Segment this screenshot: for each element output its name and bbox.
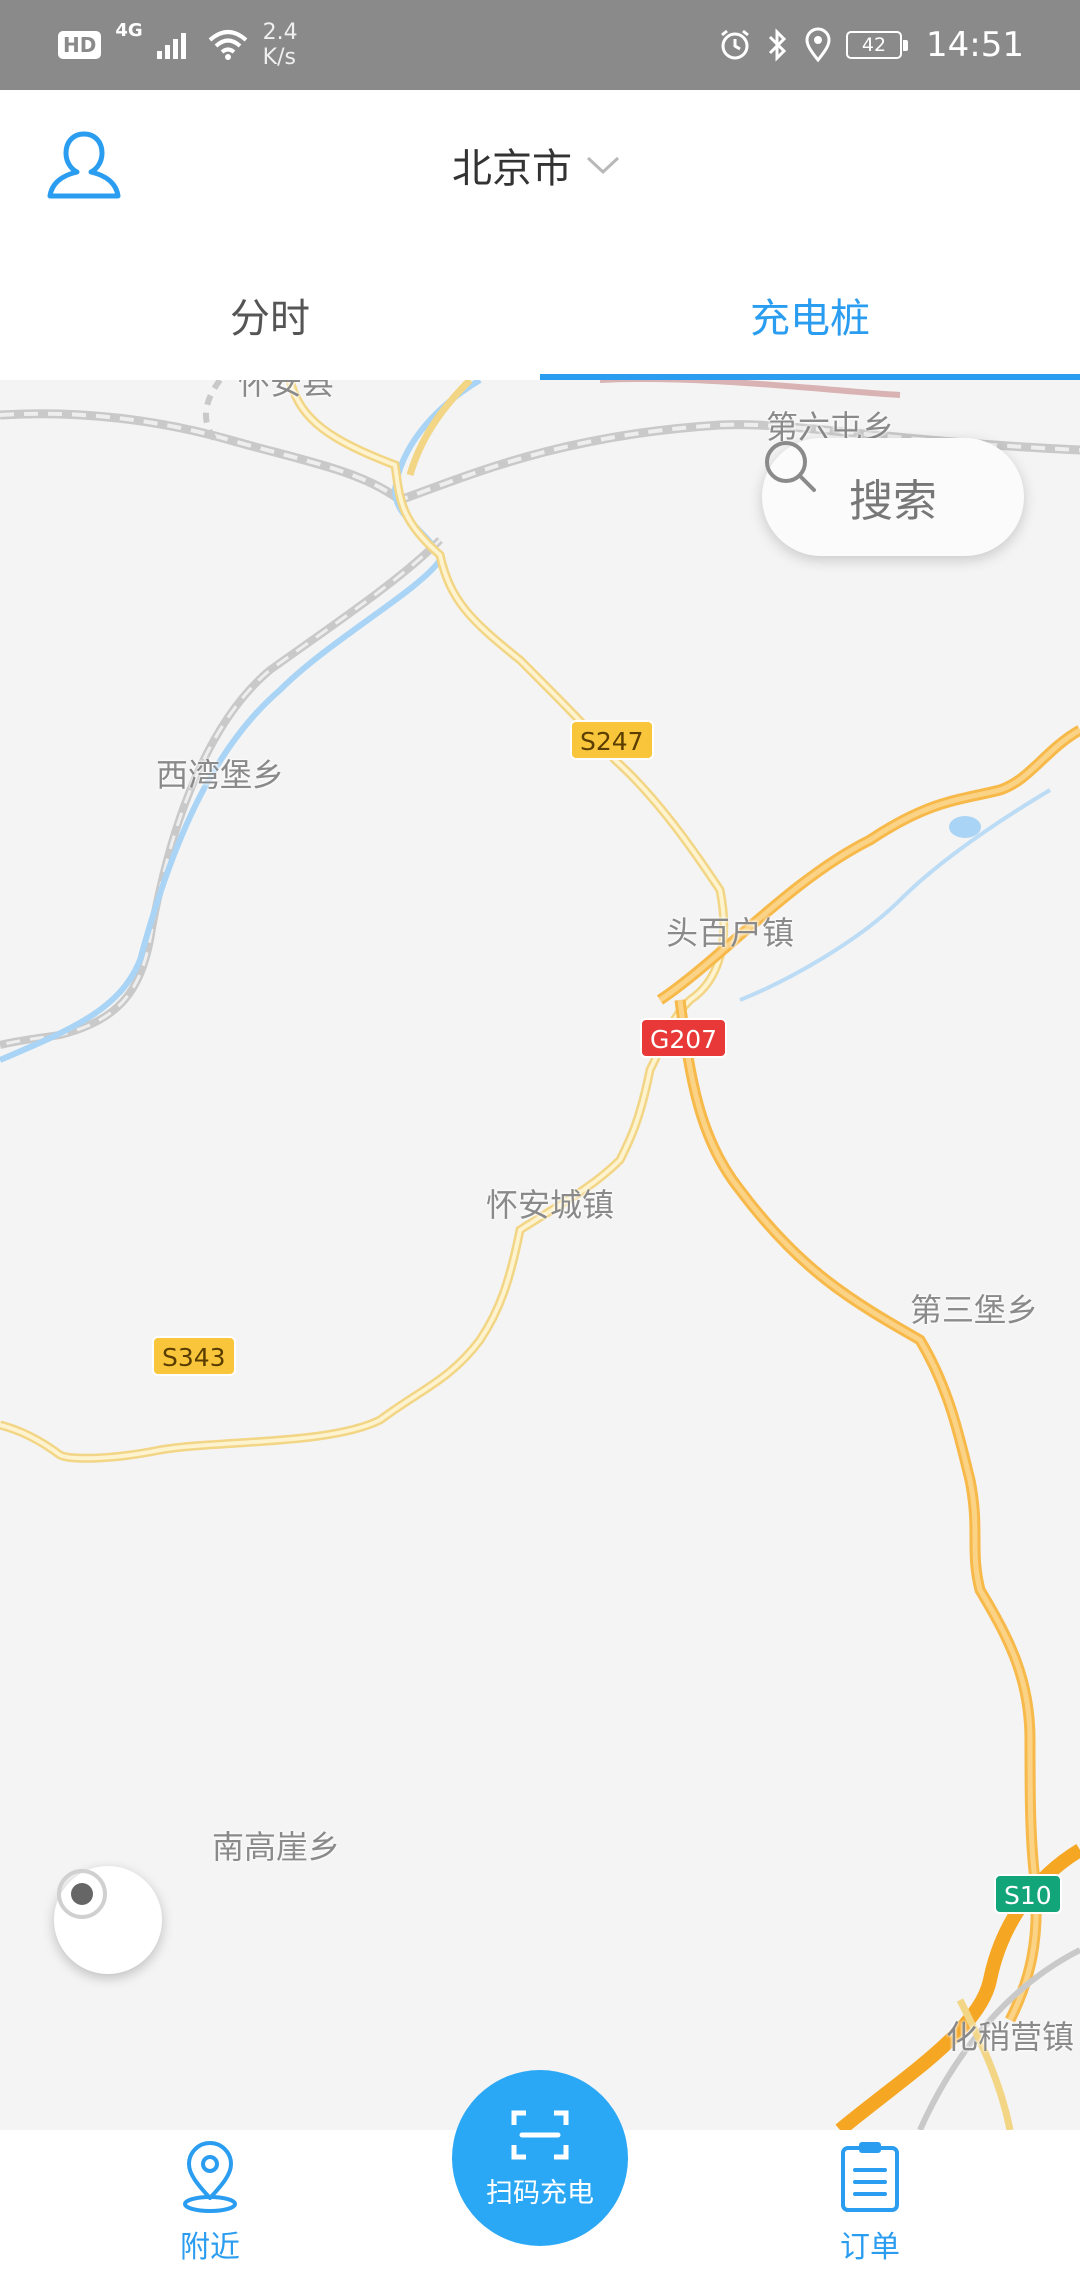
road-badge: S343 xyxy=(152,1336,236,1376)
bluetooth-icon xyxy=(768,28,787,62)
city-selector[interactable]: 北京市 xyxy=(452,135,620,195)
road-badge: G207 xyxy=(640,1018,728,1058)
map-roads xyxy=(0,380,1080,2130)
tab-bar: 分时 充电桩 xyxy=(0,250,1080,380)
network-speed: 2.4 K/s xyxy=(263,20,298,70)
map-view[interactable]: 怀安县 第六屯乡 西湾堡乡 头百户镇 怀安城镇 第三堡乡 南高崖乡 化稍营镇 S… xyxy=(0,380,1080,2130)
scan-icon xyxy=(511,2110,569,2159)
speed-value: 2.4 xyxy=(262,20,298,45)
network-type: 4G xyxy=(115,20,143,41)
clock: 14:51 xyxy=(926,25,1024,65)
city-label: 北京市 xyxy=(452,146,572,192)
user-icon xyxy=(47,131,121,199)
chevron-down-icon xyxy=(586,156,620,175)
signal-icon xyxy=(156,33,186,59)
battery-indicator: 42 xyxy=(846,31,909,59)
header: 北京市 分时 充电桩 xyxy=(0,90,1080,380)
place-label: 怀安县 xyxy=(238,380,335,402)
place-label: 第三堡乡 xyxy=(910,1291,1039,1329)
wifi-icon xyxy=(208,30,247,60)
locate-button[interactable] xyxy=(54,1866,162,1974)
location-pin-icon xyxy=(183,2141,237,2213)
alarm-icon xyxy=(721,29,749,60)
clipboard-icon xyxy=(841,2142,899,2212)
place-label: 怀安城镇 xyxy=(486,1186,615,1224)
tab-charging-pile[interactable]: 充电桩 xyxy=(540,250,1080,380)
tab-timeshare[interactable]: 分时 xyxy=(0,250,540,380)
search-button[interactable]: 搜索 xyxy=(762,438,1024,556)
nav-nearby-label: 附近 xyxy=(180,2230,240,2265)
status-bar: HD 4G 2.4 K/s 42 14:51 xyxy=(0,0,1080,90)
nav-orders[interactable]: 订单 xyxy=(770,2140,970,2280)
road-badge: S10 xyxy=(994,1874,1062,1914)
place-label: 化稍营镇 xyxy=(946,2018,1075,2056)
scan-charge-label: 扫码充电 xyxy=(486,2177,594,2209)
locate-icon xyxy=(57,1869,107,1919)
nav-orders-label: 订单 xyxy=(840,2230,900,2265)
speed-unit: K/s xyxy=(262,45,296,70)
scan-charge-button[interactable]: 扫码充电 xyxy=(452,2070,628,2246)
search-label: 搜索 xyxy=(849,476,937,527)
status-right: 42 14:51 xyxy=(718,20,1024,70)
profile-button[interactable] xyxy=(44,126,124,206)
search-icon xyxy=(765,441,816,492)
place-label: 南高崖乡 xyxy=(212,1828,341,1866)
nav-nearby[interactable]: 附近 xyxy=(110,2140,310,2280)
place-label: 头百户镇 xyxy=(666,914,795,952)
hd-badge: HD xyxy=(58,31,102,59)
status-left: HD 4G 2.4 K/s xyxy=(58,20,298,70)
road-badge: S247 xyxy=(570,720,654,760)
app-root: HD 4G 2.4 K/s 42 14:51 北京市 分时 充电桩 怀安县 第六… xyxy=(0,0,1080,2280)
location-status-icon xyxy=(805,27,831,63)
place-label: 西湾堡乡 xyxy=(156,756,285,794)
